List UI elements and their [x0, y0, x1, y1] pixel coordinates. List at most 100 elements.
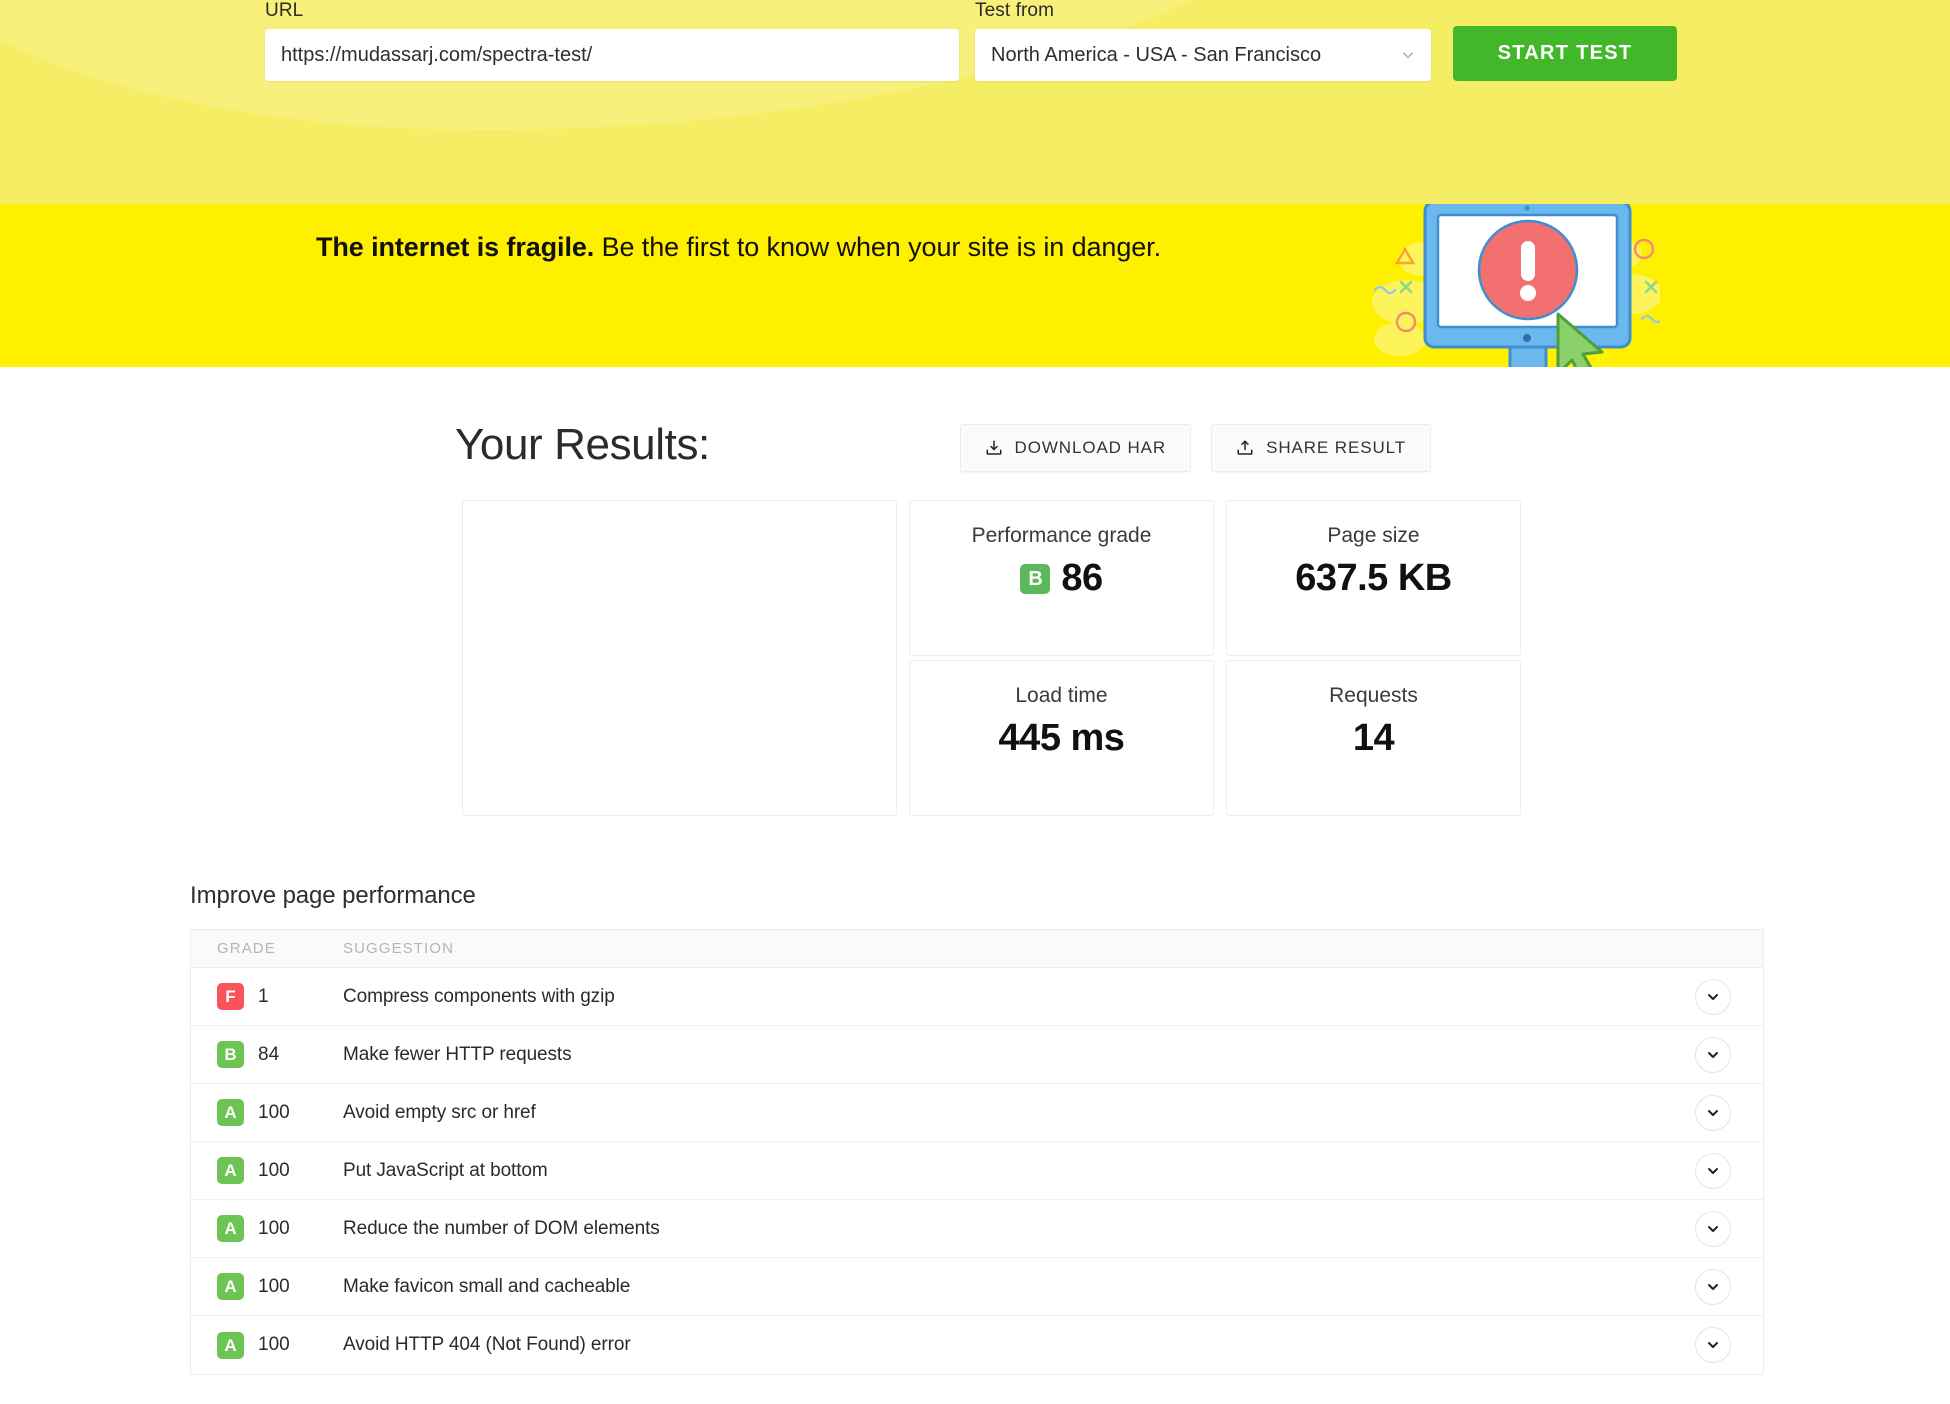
cell-grade: F1 [191, 983, 343, 1010]
chevron-down-icon [1708, 1109, 1718, 1116]
cell-suggestion: Avoid empty src or href [343, 1101, 536, 1123]
cell-toggle [1663, 1094, 1763, 1131]
requests-label: Requests [1329, 684, 1418, 707]
cell-grade: A 100 [191, 1215, 343, 1242]
grade-badge: F [217, 983, 244, 1010]
test-from-selected-value: North America - USA - San Francisco [975, 29, 1431, 81]
cell-grade: A 100 [191, 1273, 343, 1300]
cell-toggle [1663, 1210, 1763, 1247]
cell-suggestion: Reduce the number of DOM elements [343, 1217, 660, 1239]
expand-row-button[interactable] [1695, 1036, 1731, 1073]
testfrom-field-group: Test from North America - USA - San Fran… [975, 0, 1431, 81]
cell-suggestion: Make favicon small and cacheable [343, 1275, 631, 1297]
expand-row-button[interactable] [1695, 978, 1731, 1015]
download-har-button[interactable]: DOWNLOAD HAR [959, 424, 1192, 472]
grade-score: 84 [258, 1043, 280, 1065]
table-row[interactable]: A 100 Avoid HTTP 404 (Not Found) error [191, 1316, 1763, 1374]
cell-suggestion: Avoid HTTP 404 (Not Found) error [343, 1334, 631, 1355]
cell-toggle [1663, 978, 1763, 1015]
table-row[interactable]: A 100 Avoid empty src or href [191, 1084, 1763, 1142]
performance-grade-number: 86 [1061, 557, 1103, 599]
promo-headline-rest: Be the first to know when your site is i… [594, 232, 1162, 262]
table-row[interactable]: A 100 Put JavaScript at bottom [191, 1142, 1763, 1200]
cell-suggestion: Put JavaScript at bottom [343, 1159, 548, 1181]
cell-grade: A 100 [191, 1099, 343, 1126]
grade-badge: A [217, 1331, 244, 1359]
results-actions: DOWNLOAD HAR SHARE RESULT [959, 424, 1431, 472]
grade-score: 100 [258, 1159, 290, 1181]
url-input[interactable] [265, 29, 959, 81]
table-header-row: GRADE SUGGESTION [191, 930, 1763, 968]
test-from-label: Test from [975, 0, 1055, 21]
cell-grade: A 100 [191, 1157, 343, 1184]
expand-row-button[interactable] [1695, 1152, 1731, 1189]
url-field-group: URL [265, 0, 959, 81]
chevron-down-icon [1708, 1342, 1718, 1348]
expand-row-button[interactable] [1695, 1094, 1731, 1131]
promo-headline: The internet is fragile. Be the first to… [316, 232, 1161, 263]
results-section: Your Results: DOWNLOAD HAR SHARE RESULT [0, 367, 1950, 816]
table-row[interactable]: F 1 Compress components with gzip [191, 968, 1763, 1026]
grade-badge: A [217, 1157, 244, 1184]
expand-row-button[interactable] [1695, 1210, 1731, 1247]
performance-grade-label: Performance grade [971, 524, 1152, 547]
section-title: Improve page performance [190, 882, 476, 909]
performance-grade-card: Performance grade B 86 [909, 500, 1214, 656]
expand-row-button[interactable] [1695, 1268, 1731, 1305]
download-icon [986, 440, 1002, 455]
grade-badge: A [217, 1215, 244, 1242]
grade-score: 100 [258, 1275, 290, 1297]
column-header-grade: GRADE [217, 940, 276, 957]
table-row[interactable]: B 84 Make fewer HTTP requests [191, 1026, 1763, 1084]
chevron-down-icon [1708, 1283, 1718, 1290]
share-upload-icon [1237, 440, 1253, 455]
results-preview-card [462, 500, 897, 816]
cell-grade: A 100 [191, 1331, 343, 1359]
improve-performance-section: Improve page performance GRADE SUGGESTIO… [190, 882, 1790, 1375]
column-header-suggestion: SUGGESTION [343, 940, 455, 957]
results-cards: Performance grade B 86 Page size 637.5 K… [462, 500, 1521, 816]
share-result-label: SHARE RESULT [1266, 438, 1406, 457]
promo-banner: The internet is fragile. Be the first to… [0, 204, 1950, 367]
promo-headline-bold: The internet is fragile. [316, 232, 595, 262]
url-label: URL [265, 0, 304, 21]
chevron-down-icon [1708, 993, 1718, 1000]
table-row[interactable]: A 100 Make favicon small and cacheable [191, 1258, 1763, 1316]
results-header: Your Results: DOWNLOAD HAR SHARE RESULT [455, 367, 1515, 472]
test-from-select[interactable]: North America - USA - San Francisco [975, 29, 1431, 81]
requests-card: Requests 14 [1226, 660, 1521, 816]
chevron-down-icon [1708, 1051, 1718, 1058]
grade-score: 1 [258, 985, 269, 1007]
grade-badge: A [217, 1099, 244, 1126]
expand-row-button[interactable] [1695, 1327, 1731, 1363]
cell-toggle [1663, 1152, 1763, 1189]
page-size-value: 637.5 KB [1295, 557, 1452, 599]
cell-toggle [1663, 1036, 1763, 1073]
requests-value: 14 [1352, 717, 1395, 759]
chevron-down-icon [1708, 1167, 1718, 1174]
cell-toggle [1663, 1268, 1763, 1305]
chevron-down-icon [1708, 1225, 1718, 1232]
table-body: F 1 Compress components with gzip B 84 Make f… [191, 968, 1763, 1374]
grade-score: 100 [258, 1101, 290, 1123]
monitor-alert-icon [1372, 204, 1660, 367]
test-form-bar: URL Test from North America - USA - San … [0, 0, 1950, 204]
page-title: Your Results: [455, 420, 710, 469]
suggestions-table: GRADE SUGGESTION F 1 Compress components w… [190, 929, 1764, 1375]
share-result-button[interactable]: SHARE RESULT [1211, 424, 1431, 472]
start-test-button[interactable]: START TEST [1453, 26, 1677, 81]
load-time-value: 445 ms [998, 717, 1125, 759]
grade-score: 100 [258, 1217, 290, 1239]
cell-grade: B 84 [191, 1041, 343, 1068]
load-time-label: Load time [1015, 684, 1108, 707]
page-size-card: Page size 637.5 KB [1226, 500, 1521, 656]
cell-suggestion: Make fewer HTTP requests [343, 1043, 572, 1065]
download-har-label: DOWNLOAD HAR [1014, 438, 1167, 457]
page-size-label: Page size [1327, 524, 1420, 547]
cell-suggestion: Compress components with gzip [343, 985, 615, 1007]
load-time-card: Load time 445 ms [909, 660, 1214, 816]
performance-grade-badge: B [1020, 563, 1051, 594]
grade-score: 100 [258, 1334, 290, 1355]
grade-badge: A [217, 1273, 244, 1300]
table-row[interactable]: A 100 Reduce the number of DOM elements [191, 1200, 1763, 1258]
